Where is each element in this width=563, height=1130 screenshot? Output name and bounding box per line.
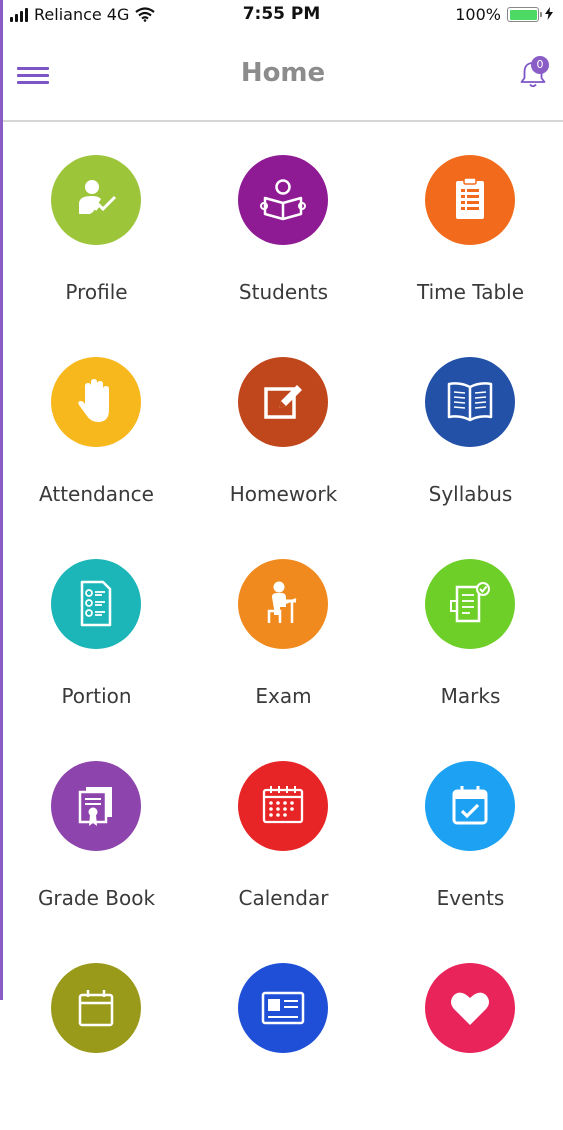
calendar-grid-icon <box>238 761 328 851</box>
menu-tile-attendance[interactable]: Attendance <box>3 324 190 524</box>
heart-icon <box>425 963 515 1053</box>
menu-tile-grade-book[interactable]: Grade Book <box>3 728 190 928</box>
menu-tile-label: Calendar <box>238 886 329 910</box>
certificate-icon <box>51 761 141 851</box>
menu-tile-label: Events <box>436 886 505 910</box>
clipboard-list-icon <box>425 155 515 245</box>
page-title: Home <box>240 58 326 88</box>
menu-tile-students[interactable]: Students <box>190 122 377 322</box>
menu-tile-label: Portion <box>61 684 132 708</box>
student-reading-icon <box>238 155 328 245</box>
menu-tile-syllabus[interactable]: Syllabus <box>377 324 563 524</box>
menu-tile-exam[interactable]: Exam <box>190 526 377 726</box>
profile-icon <box>51 155 141 245</box>
calendar-check-icon <box>425 761 515 851</box>
menu-tile-heart[interactable] <box>377 930 563 1130</box>
menu-tile-homework[interactable]: Homework <box>190 324 377 524</box>
menu-tile-events[interactable]: Events <box>377 728 563 928</box>
menu-tile-label: Marks <box>440 684 501 708</box>
battery-icon <box>507 7 542 22</box>
menu-tile-label: Grade Book <box>37 886 156 910</box>
menu-tile-id-card[interactable] <box>190 930 377 1130</box>
document-list-icon <box>51 559 141 649</box>
calendar-icon <box>51 963 141 1053</box>
menu-tile-profile[interactable]: Profile <box>3 122 190 322</box>
battery-percent: 100% <box>455 5 501 24</box>
menu-tile-calendar[interactable]: Calendar <box>190 728 377 928</box>
menu-tile-label: Students <box>238 280 329 304</box>
notification-button[interactable]: 0 <box>515 56 551 92</box>
menu-tile-label: Time Table <box>416 280 525 304</box>
menu-tile-marks[interactable]: Marks <box>377 526 563 726</box>
id-card-icon <box>238 963 328 1053</box>
raised-hand-icon <box>51 357 141 447</box>
status-right: 100% <box>455 5 553 24</box>
menu-tile-label: Attendance <box>39 482 154 506</box>
edit-note-icon <box>238 357 328 447</box>
app-header: Home 0 <box>3 30 563 122</box>
notification-badge: 0 <box>531 56 549 74</box>
student-desk-icon <box>238 559 328 649</box>
open-book-icon <box>425 357 515 447</box>
menu-tile-calendar[interactable] <box>3 930 190 1130</box>
charging-icon <box>545 5 553 24</box>
menu-tile-portion[interactable]: Portion <box>3 526 190 726</box>
marksheet-icon <box>425 559 515 649</box>
menu-tile-label: Profile <box>65 280 128 304</box>
menu-tile-time-table[interactable]: Time Table <box>377 122 563 322</box>
menu-tile-label: Syllabus <box>428 482 513 506</box>
menu-tile-label: Exam <box>255 684 312 708</box>
status-bar: Reliance 4G 7:55 PM 100% <box>0 0 563 30</box>
menu-tile-label: Homework <box>229 482 338 506</box>
